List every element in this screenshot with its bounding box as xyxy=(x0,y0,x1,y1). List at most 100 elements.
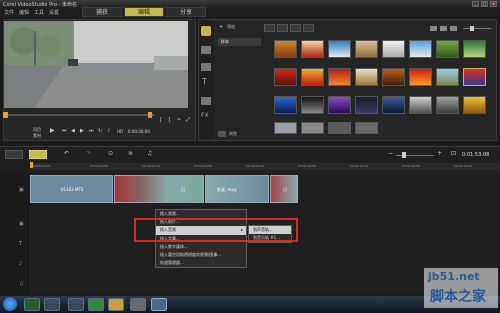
taskbar-folder-icon[interactable] xyxy=(108,298,124,311)
volume-icon[interactable]: ♪ xyxy=(107,128,110,134)
record-icon[interactable]: ⊙ xyxy=(108,150,113,157)
prev-frame-icon[interactable]: ◀ xyxy=(71,128,75,134)
thumb-size-handle[interactable] xyxy=(470,26,474,31)
media-thumbnail[interactable] xyxy=(301,40,324,58)
taskbar-app-icon[interactable] xyxy=(24,298,40,311)
media-thumbnail[interactable] xyxy=(382,40,405,58)
media-thumbnail[interactable] xyxy=(382,96,405,114)
split-icon[interactable]: ✂ xyxy=(177,117,181,123)
menu-tools[interactable]: 工具 xyxy=(34,9,44,16)
mark-in-icon[interactable]: [ xyxy=(160,117,162,123)
menu-file[interactable]: 文件 xyxy=(4,9,14,16)
media-thumbnail[interactable] xyxy=(328,40,351,58)
media-thumbnail[interactable] xyxy=(328,96,351,114)
tab-edit[interactable]: 编辑 xyxy=(124,7,164,17)
media-thumbnail[interactable] xyxy=(274,96,297,114)
media-thumbnail[interactable] xyxy=(274,122,297,134)
auto-music-icon[interactable]: ♫ xyxy=(147,150,152,157)
menu-insert-alpha-video[interactable]: 插入要应用轨透明度的视频/图像... xyxy=(156,251,246,259)
media-thumbnail[interactable] xyxy=(355,96,378,114)
media-thumbnail[interactable] xyxy=(409,68,432,86)
mode-clip[interactable]: 素材 xyxy=(33,133,41,139)
taskbar-app-icon[interactable] xyxy=(68,298,84,311)
media-thumbnail[interactable] xyxy=(301,96,324,114)
maximize-button[interactable]: □ xyxy=(481,1,488,7)
media-thumbnail[interactable] xyxy=(301,68,324,86)
thumb-size-slider[interactable] xyxy=(463,28,491,29)
close-button[interactable]: × xyxy=(490,1,497,7)
tab-share[interactable]: 分享 xyxy=(166,7,206,17)
zoom-out-icon[interactable]: − xyxy=(388,150,393,157)
timeline-clip[interactable]: 日 xyxy=(114,175,204,203)
storyboard-view-icon[interactable] xyxy=(5,150,23,159)
fullscreen-icon[interactable]: ⤢ xyxy=(186,117,190,123)
media-thumbnail[interactable] xyxy=(409,40,432,58)
media-thumbnail[interactable] xyxy=(274,40,297,58)
taskbar-app-icon[interactable] xyxy=(44,298,60,311)
graphics-icon[interactable] xyxy=(201,97,211,105)
video-track-icon[interactable]: ▣ xyxy=(19,187,24,193)
tab-capture[interactable]: 捕获 xyxy=(82,7,122,17)
scrubber-track[interactable] xyxy=(4,114,154,116)
taskbar-app-icon[interactable] xyxy=(88,298,104,311)
taskbar-app-icon[interactable] xyxy=(130,298,146,311)
media-thumbnail[interactable] xyxy=(463,68,486,86)
home-icon[interactable]: ⏮ xyxy=(62,128,67,134)
media-thumbnail[interactable] xyxy=(355,40,378,58)
import-media-icon[interactable] xyxy=(264,24,275,32)
media-thumbnail[interactable] xyxy=(355,68,378,86)
media-thumbnail[interactable] xyxy=(274,68,297,86)
repeat-icon[interactable]: ↻ xyxy=(98,128,102,134)
menu-insert-video[interactable]: 插入视频... xyxy=(156,210,246,218)
timeline-clip[interactable]: 卧溪 .mpg xyxy=(205,175,269,203)
list-view-icon[interactable] xyxy=(430,26,437,31)
playhead[interactable] xyxy=(30,162,33,168)
menu-settings[interactable]: 设置 xyxy=(49,9,59,16)
browse-icon[interactable] xyxy=(218,131,226,137)
media-thumbnail[interactable] xyxy=(355,122,378,134)
timeline-ruler[interactable]: 00:00:00:00 00:00:12:00 00:00:24:00 00:0… xyxy=(30,163,500,170)
sort-icon[interactable] xyxy=(450,26,457,31)
music-track-icon[interactable]: ♫ xyxy=(19,281,23,287)
zoom-handle[interactable] xyxy=(402,152,406,158)
media-thumbnail[interactable] xyxy=(436,96,459,114)
scrubber-handle[interactable] xyxy=(3,112,8,118)
media-thumbnail[interactable] xyxy=(328,122,351,134)
transition-icon[interactable] xyxy=(201,63,211,71)
add-folder-icon[interactable]: + xyxy=(219,24,223,30)
taskbar-videostudio-icon[interactable] xyxy=(151,298,167,311)
thumbnail-view-icon[interactable] xyxy=(440,26,447,31)
timeline-view-icon[interactable] xyxy=(29,150,47,159)
fx-icon[interactable]: FX xyxy=(201,112,209,119)
media-thumbnail[interactable] xyxy=(328,68,351,86)
show-videos-icon[interactable] xyxy=(277,24,288,32)
media-thumbnail[interactable] xyxy=(382,68,405,86)
media-thumbnail[interactable] xyxy=(409,96,432,114)
timeline-clip[interactable]: 01463.MTS xyxy=(30,175,113,203)
media-thumbnail[interactable] xyxy=(463,40,486,58)
menu-insert-digital-media[interactable]: 插入数字媒体... xyxy=(156,243,246,251)
mark-out-icon[interactable]: ] xyxy=(168,117,170,123)
voice-track-icon[interactable]: ♪ xyxy=(19,261,22,267)
menu-track-manager[interactable]: 轨道管理器... xyxy=(156,259,246,267)
media-thumbnail[interactable] xyxy=(436,40,459,58)
next-frame-icon[interactable]: ▶ xyxy=(80,128,84,134)
media-thumbnail[interactable] xyxy=(436,68,459,86)
overlay-track-icon[interactable]: ▣ xyxy=(19,221,24,227)
play-icon[interactable]: ▶ xyxy=(50,127,55,134)
redo-icon[interactable]: ↷ xyxy=(86,150,91,157)
timeline-clip[interactable]: 日 xyxy=(270,175,298,203)
instant-project-icon[interactable] xyxy=(201,46,211,54)
media-thumbnail[interactable] xyxy=(301,122,324,134)
end-icon[interactable]: ⏭ xyxy=(89,128,94,134)
show-audio-icon[interactable] xyxy=(303,24,314,32)
fit-project-icon[interactable]: ⊡ xyxy=(451,150,456,157)
mixer-icon[interactable]: ≋ xyxy=(128,150,133,157)
menu-edit[interactable]: 编辑 xyxy=(19,9,29,16)
title-icon[interactable]: T xyxy=(202,77,207,86)
show-photos-icon[interactable] xyxy=(290,24,301,32)
browse-label[interactable]: 浏览 xyxy=(229,131,237,137)
folder-item-sample[interactable]: 样本 xyxy=(218,38,261,46)
title-track-icon[interactable]: T xyxy=(19,241,22,247)
undo-icon[interactable]: ↶ xyxy=(64,150,69,157)
